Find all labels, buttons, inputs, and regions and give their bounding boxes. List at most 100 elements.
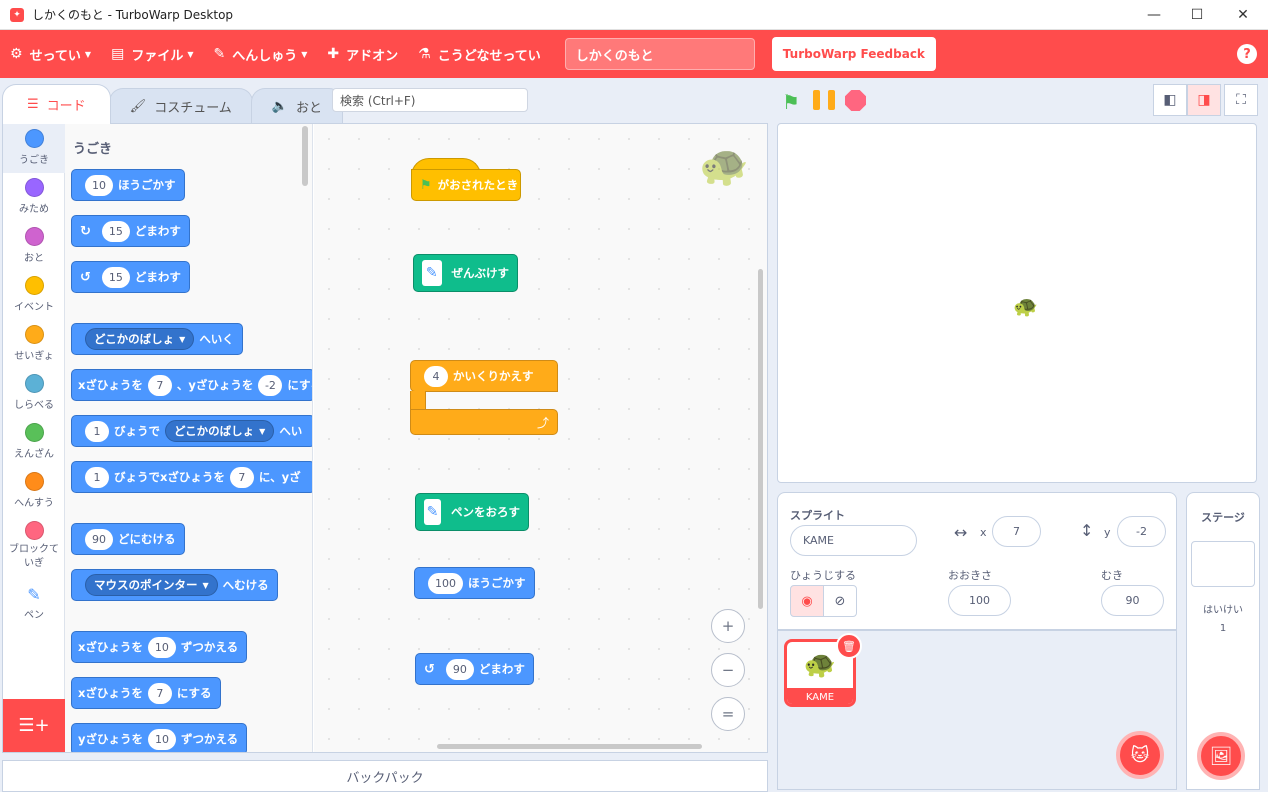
category-dot-icon [24,129,44,148]
block-input[interactable]: 7 [229,466,254,488]
block-input[interactable]: 100 [428,572,463,594]
category-sensing[interactable]: しらべる [3,369,65,418]
maximize-button[interactable]: ☐ [1174,0,1220,30]
zoom-out-button[interactable]: − [711,653,745,687]
script-workspace[interactable]: 🐢 ⚑ がおされたとき ✎ ぜんぶけす 4 かいくりかえす ⤴ ✎ ペンをおろす… [314,124,767,752]
chevron-down-icon: ▼ [259,426,266,436]
block-dropdown[interactable]: どこかのばしょ ▼ [165,420,275,442]
tab-sounds[interactable]: 🔈 おと [250,88,344,124]
help-button[interactable]: ? [1237,44,1257,64]
block-glide-xy[interactable]: 1 びょうでxざひょうを 7 に、yざ [71,461,312,493]
block-input[interactable]: 4 [424,365,448,387]
block-when-flag-clicked[interactable]: ⚑ がおされたとき [411,169,521,201]
block-pen-clear[interactable]: ✎ ぜんぶけす [413,254,518,292]
normal-stage-button[interactable]: ◨ [1187,84,1221,116]
block-repeat[interactable]: 4 かいくりかえす [410,360,558,392]
backpack[interactable]: バックパック [2,760,768,792]
palette-scrollbar[interactable] [302,126,308,186]
workspace-scrollbar-vertical[interactable] [758,269,763,609]
category-motion[interactable]: うごき [3,124,65,173]
block-set-x[interactable]: xざひょうを 7 にする [71,677,221,709]
hide-sprite-button[interactable]: ⊘ [823,585,857,617]
block-input[interactable]: 7 [147,374,172,396]
block-goto[interactable]: どこかのばしょ ▼ へいく [71,323,243,355]
block-turn-right[interactable]: ↻ 15 どまわす [71,215,190,247]
block-pen-down[interactable]: ✎ ペンをおろす [415,493,529,531]
stage-canvas[interactable]: 🐢 [777,123,1257,483]
block-move-steps[interactable]: 10 ほうごかす [71,169,185,201]
block-point-direction[interactable]: 90 どにむける [71,523,185,555]
block-glide[interactable]: 1 びょうで どこかのばしょ ▼ へい [71,415,312,447]
block-input[interactable]: 7 [147,682,172,704]
block-dropdown[interactable]: どこかのばしょ ▼ [85,328,195,350]
block-input[interactable]: 10 [148,728,176,750]
category-pen[interactable]: ✎ ペン [3,579,65,628]
sprite-thumbnail-name: KAME [787,688,853,704]
small-stage-icon: ◧ [1163,92,1177,108]
category-looks[interactable]: みため [3,173,65,222]
menu-edit[interactable]: ✎ へんしゅう ▼ [203,30,317,78]
block-turn-left[interactable]: ↺ 90 どまわす [415,653,534,685]
x-label: x [980,526,987,539]
category-control[interactable]: せいぎょ [3,320,65,369]
block-dropdown[interactable]: マウスのポインター ▼ [85,574,218,596]
turtle-sprite[interactable]: 🐢 [1013,294,1038,318]
add-backdrop-button[interactable]: 🖼 [1197,732,1245,780]
menu-settings[interactable]: ⚙ せってい ▼ [0,30,101,78]
block-input[interactable]: 15 [101,266,130,288]
fullscreen-button[interactable]: ⛶ [1224,84,1258,116]
stage-thumbnail[interactable] [1191,541,1255,587]
block-input[interactable]: 10 [85,174,113,196]
project-title-input[interactable]: しかくのもと [564,38,755,70]
direction-input[interactable]: 90 [1101,585,1164,616]
show-sprite-button[interactable]: ◉ [790,585,824,617]
pause-button[interactable] [813,90,835,110]
block-point-towards[interactable]: マウスのポインター ▼ へむける [71,569,278,601]
sprite-name-input[interactable]: KAME [790,525,917,556]
add-extension-button[interactable]: ☰+ [3,699,65,752]
search-input[interactable]: 検索 (Ctrl+F) [332,88,528,112]
block-change-x[interactable]: xざひょうを 10 ずつかえる [71,631,248,663]
category-operators[interactable]: えんざん [3,418,65,467]
add-sprite-button[interactable]: 🐱 [1116,731,1164,779]
tab-code[interactable]: ☰ コード [2,84,111,124]
block-input[interactable]: 1 [85,466,109,488]
menu-advanced[interactable]: ⚗ こうどなせってい [408,30,551,78]
category-my-blocks[interactable]: ブロックていぎ [3,516,65,576]
editor-tabs: ☰ コード 🖌 コスチューム 🔈 おと [2,84,344,124]
category-events[interactable]: イベント [3,271,65,320]
block-move-steps[interactable]: 100 ほうごかす [414,567,535,599]
zoom-in-button[interactable]: + [711,609,745,643]
menu-addons[interactable]: ✚ アドオン [317,30,408,78]
block-input[interactable]: 1 [85,420,109,442]
tab-code-label: コード [46,99,86,114]
block-turn-left[interactable]: ↺ 15 どまわす [71,261,190,293]
green-flag-button[interactable]: ⚑ [782,90,800,114]
workspace-scrollbar-horizontal[interactable] [437,744,702,749]
tab-costumes[interactable]: 🖌 コスチューム [108,88,253,124]
block-input[interactable]: 90 [445,658,474,680]
block-goto-xy[interactable]: xざひょうを 7 、yざひょうを -2 にする [71,369,312,401]
feedback-button[interactable]: TurboWarp Feedback [771,37,936,71]
size-input[interactable]: 100 [948,585,1011,616]
block-change-y[interactable]: yざひょうを 10 ずつかえる [71,723,248,752]
block-input[interactable]: -2 [258,374,283,396]
category-sound[interactable]: おと [3,222,65,271]
block-input[interactable]: 90 [85,528,113,550]
eye-off-icon: ⊘ [834,593,846,609]
green-flag-icon: ⚑ [420,177,432,193]
delete-sprite-button[interactable]: 🗑 [836,633,862,659]
block-input[interactable]: 10 [147,636,176,658]
zoom-reset-button[interactable]: = [711,697,745,731]
block-input[interactable]: 15 [101,220,130,242]
pen-icon: ✎ [422,260,442,286]
x-input[interactable]: 7 [992,516,1041,547]
category-variables[interactable]: へんすう [3,467,65,516]
y-input[interactable]: -2 [1117,516,1166,547]
minimize-button[interactable]: — [1131,0,1177,30]
stop-button[interactable] [845,90,866,111]
small-stage-button[interactable]: ◧ [1153,84,1187,116]
close-button[interactable]: ✕ [1220,0,1266,30]
menu-file[interactable]: ▤ ファイル ▼ [101,30,203,78]
block-text: ずつかえる [180,640,239,654]
